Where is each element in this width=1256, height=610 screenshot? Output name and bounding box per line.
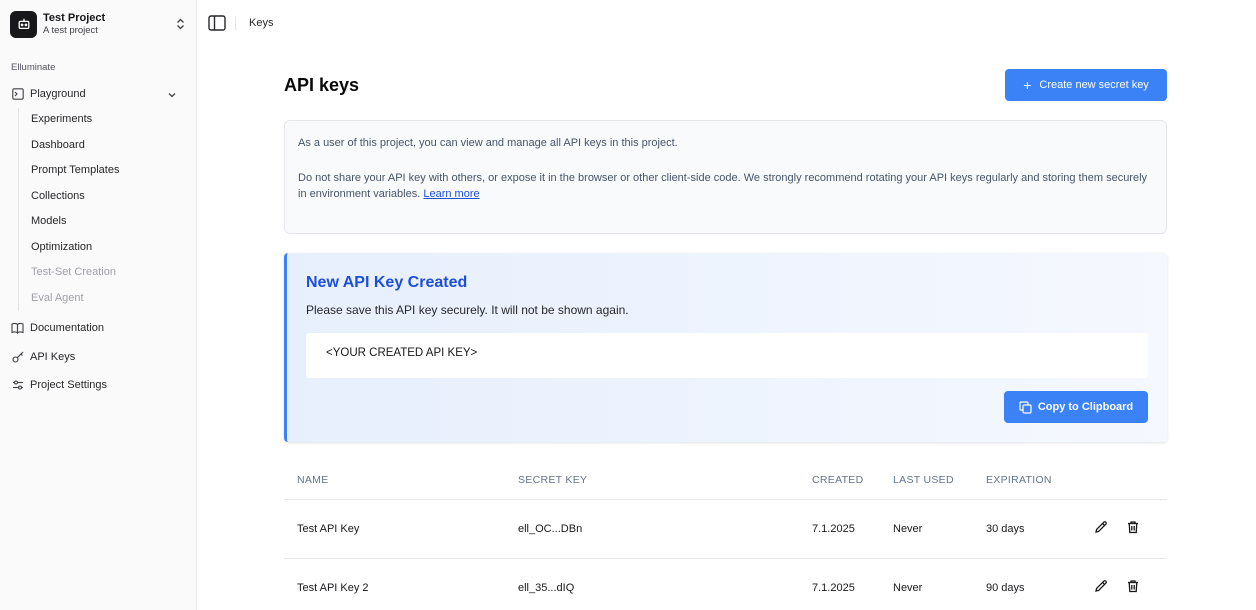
new-key-title: New API Key Created	[306, 274, 468, 291]
key-expiration: 90 days	[986, 582, 1025, 594]
table-row: Test API Key ell_OC...DBn 7.1.2025 Never…	[284, 500, 1167, 559]
breadcrumb: Keys	[249, 17, 274, 29]
key-expiration: 30 days	[986, 523, 1025, 535]
sidebar-item-api-keys[interactable]: API Keys	[11, 349, 75, 365]
create-secret-key-button[interactable]: + Create new secret key	[1005, 69, 1167, 101]
sidebar-toggle-icon[interactable]	[208, 15, 226, 31]
api-key-display[interactable]: <YOUR CREATED API KEY>	[306, 333, 1148, 378]
chevron-updown-icon	[174, 16, 186, 32]
page-title: API keys	[284, 75, 360, 95]
project-text: Test Project A test project	[43, 11, 174, 36]
key-last-used: Never	[893, 523, 923, 535]
sidebar-item-test-set-creation: Test-Set Creation	[31, 266, 116, 278]
sidebar-item-eval-agent: Eval Agent	[31, 292, 84, 304]
key-created: 7.1.2025	[812, 523, 855, 535]
table-row: Test API Key 2 ell_35...dIQ 7.1.2025 Nev…	[284, 559, 1167, 610]
sidebar-item-prompt-templates[interactable]: Prompt Templates	[31, 164, 119, 178]
terminal-icon	[11, 88, 24, 101]
robot-icon	[10, 10, 37, 38]
learn-more-link[interactable]: Learn more	[423, 188, 479, 200]
trash-icon[interactable]	[1126, 579, 1140, 593]
key-secret: ell_OC...DBn	[518, 523, 583, 535]
key-name: Test API Key	[297, 523, 360, 535]
copy-button-label: Copy to Clipboard	[1037, 401, 1134, 413]
pencil-icon[interactable]	[1094, 579, 1108, 593]
info-text-2: Do not share your API key with others, o…	[298, 170, 1153, 202]
sidebar: Test Project A test project Elluminate P…	[0, 0, 197, 610]
sidebar-item-playground[interactable]: Playground	[11, 86, 86, 102]
key-icon	[11, 351, 24, 364]
sidebar-item-label: Documentation	[30, 322, 104, 334]
key-secret: ell_35...dIQ	[518, 582, 575, 594]
chevron-down-icon[interactable]	[166, 88, 178, 100]
sidebar-item-collections[interactable]: Collections	[31, 190, 85, 204]
section-label: Elluminate	[11, 62, 56, 73]
pencil-icon[interactable]	[1094, 520, 1108, 534]
table-header: NAME SECRET KEY CREATED LAST USED EXPIRA…	[284, 462, 1167, 500]
col-header-last-used: LAST USED	[893, 474, 954, 486]
key-last-used: Never	[893, 582, 923, 594]
project-switcher[interactable]: Test Project A test project	[10, 9, 186, 39]
key-name: Test API Key 2	[297, 582, 369, 594]
sidebar-item-optimization[interactable]: Optimization	[31, 241, 92, 255]
sidebar-item-label: API Keys	[30, 351, 76, 363]
settings-sliders-icon	[11, 379, 24, 392]
new-key-panel: New API Key Created Please save this API…	[284, 253, 1167, 442]
sidebar-item-label: Playground	[30, 88, 86, 100]
copy-to-clipboard-button[interactable]: Copy to Clipboard	[1004, 391, 1148, 423]
sidebar-item-label: Project Settings	[30, 379, 108, 391]
topbar-divider	[235, 16, 236, 30]
subnav-guide-line	[18, 108, 19, 311]
col-header-created: CREATED	[812, 474, 864, 486]
create-secret-key-label: Create new secret key	[1039, 79, 1149, 91]
main-content: Keys API keys + Create new secret key As…	[197, 0, 1256, 610]
project-name: Test Project	[43, 11, 106, 24]
key-created: 7.1.2025	[812, 582, 855, 594]
trash-icon[interactable]	[1126, 520, 1140, 534]
info-text-1: As a user of this project, you can view …	[298, 137, 678, 149]
project-subtitle: A test project	[43, 24, 98, 36]
new-key-description: Please save this API key securely. It wi…	[306, 303, 629, 317]
sidebar-item-dashboard[interactable]: Dashboard	[31, 139, 85, 153]
col-header-name: NAME	[297, 474, 329, 486]
copy-icon	[1019, 400, 1032, 414]
sidebar-item-models[interactable]: Models	[31, 215, 66, 229]
plus-icon: +	[1023, 77, 1032, 93]
col-header-secret-key: SECRET KEY	[518, 474, 588, 486]
sidebar-item-experiments[interactable]: Experiments	[31, 113, 92, 127]
book-icon	[11, 322, 24, 335]
sidebar-item-documentation[interactable]: Documentation	[11, 320, 104, 336]
sidebar-item-project-settings[interactable]: Project Settings	[11, 377, 107, 393]
app-root: Test Project A test project Elluminate P…	[0, 0, 1256, 610]
info-box: As a user of this project, you can view …	[284, 120, 1167, 234]
col-header-expiration: EXPIRATION	[986, 474, 1052, 486]
